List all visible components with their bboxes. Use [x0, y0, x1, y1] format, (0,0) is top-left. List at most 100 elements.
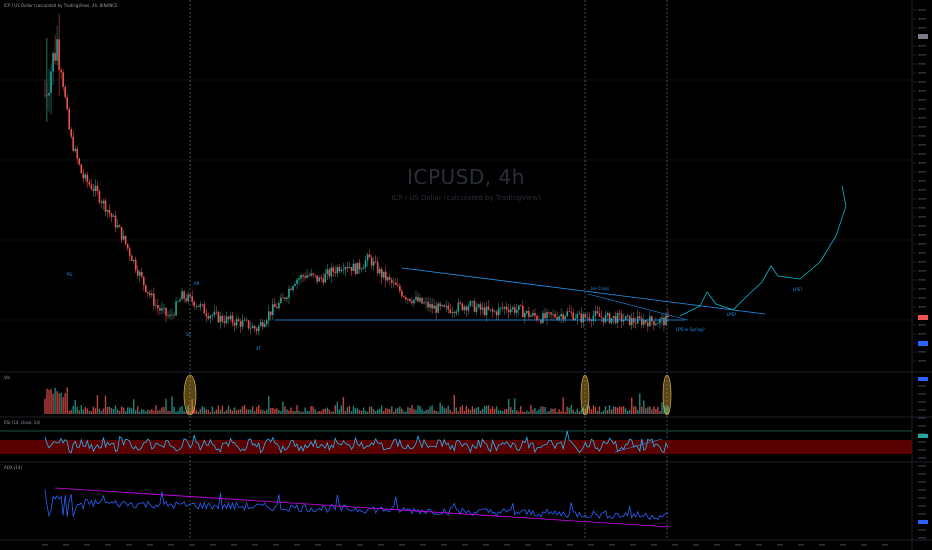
volume-bar — [258, 405, 260, 414]
volume-bar — [201, 406, 203, 414]
candle-body — [48, 92, 50, 96]
candle-body — [491, 309, 494, 312]
time-axis-label — [420, 544, 426, 546]
time-axis-label — [588, 544, 594, 546]
candle-body — [106, 210, 109, 212]
candle-body — [378, 269, 381, 274]
volume-bar — [635, 406, 637, 414]
candle-body — [324, 273, 327, 283]
volume-bar — [70, 409, 72, 414]
time-axis-label — [567, 544, 573, 546]
candle-body — [155, 305, 157, 306]
volume-bar — [495, 406, 498, 414]
candle-body — [459, 302, 462, 304]
candle-body — [411, 301, 413, 304]
volume-bar — [253, 411, 256, 414]
pane-axis-label — [918, 385, 926, 387]
volume-bar — [169, 410, 171, 414]
candle-body — [532, 312, 534, 316]
candle-body — [312, 273, 314, 275]
volume-bar — [415, 410, 417, 414]
candle-body — [74, 148, 77, 151]
candle-body — [274, 304, 276, 308]
volume-bar — [489, 408, 492, 414]
candle-body — [219, 315, 222, 323]
chart-canvas[interactable] — [0, 0, 932, 550]
volume-bar — [641, 406, 643, 414]
candle-body — [427, 301, 429, 308]
candle-body — [177, 301, 179, 303]
volume-bar — [221, 405, 224, 414]
volume-bar — [461, 405, 464, 414]
candle-body — [388, 277, 391, 280]
volume-bar — [645, 408, 647, 414]
volume-bar — [506, 408, 508, 414]
candle-body — [163, 307, 165, 309]
candle-body — [332, 267, 335, 272]
volume-bar — [401, 408, 403, 414]
volume-bar — [473, 408, 476, 414]
candle-body — [215, 311, 218, 313]
volume-bar — [266, 409, 268, 414]
projection-path[interactable] — [679, 185, 847, 317]
volume-bar — [612, 406, 615, 414]
candle-body — [171, 314, 173, 316]
time-axis-label — [42, 544, 48, 546]
candle-body — [507, 309, 510, 313]
candle-body — [229, 315, 232, 320]
candle-body — [241, 320, 244, 327]
volume-bar — [485, 405, 488, 414]
pane-axis-label — [918, 465, 926, 467]
volume-bar — [348, 405, 351, 414]
candle-body — [374, 261, 377, 263]
candle-body — [161, 308, 163, 311]
volume-bar — [558, 409, 560, 414]
volume-bar — [306, 410, 308, 414]
time-axis-label — [231, 544, 237, 546]
volume-bar — [481, 409, 484, 414]
pane-separators[interactable] — [0, 371, 932, 541]
volume-bar — [243, 405, 246, 414]
candle-body — [511, 307, 514, 310]
price-axis-label — [918, 234, 926, 236]
volume-bar — [173, 406, 175, 414]
candle-body — [243, 319, 246, 321]
candle-body — [429, 304, 431, 308]
candle-body — [221, 315, 224, 322]
candle-body — [366, 254, 369, 261]
candle-body — [630, 317, 633, 326]
candle-body — [257, 325, 260, 332]
candle-body — [495, 311, 498, 316]
price-axis-label — [918, 90, 926, 92]
price-axis-label — [918, 54, 926, 56]
price-axis[interactable] — [913, 9, 926, 539]
volume-bar — [74, 399, 76, 414]
candle-body — [205, 313, 208, 317]
volume-bar — [459, 407, 462, 414]
candle-body — [661, 317, 663, 319]
candle-body — [651, 316, 653, 322]
candle-body — [142, 276, 145, 286]
candle-body — [280, 297, 282, 303]
price-axis-label — [918, 153, 926, 155]
candle-body — [70, 129, 73, 137]
candle-body — [380, 269, 383, 278]
volume-bar — [66, 387, 68, 414]
volume-bar — [270, 407, 272, 414]
candle-body — [467, 306, 470, 311]
volume-bar — [536, 411, 538, 414]
candle-body — [542, 313, 544, 323]
volume-bar — [86, 408, 89, 414]
upper-trendline[interactable] — [401, 267, 766, 315]
rsi-value-tag — [918, 434, 928, 438]
candle-body — [471, 301, 474, 302]
time-axis-label — [189, 544, 195, 546]
volume-bar — [292, 410, 294, 414]
time-axis[interactable] — [42, 544, 888, 546]
adx-trendline[interactable] — [54, 487, 671, 528]
candle-body — [217, 311, 220, 323]
volume-bar — [46, 388, 48, 414]
candle-body — [110, 213, 113, 217]
candle-body — [340, 269, 343, 272]
candle-body — [126, 243, 129, 249]
